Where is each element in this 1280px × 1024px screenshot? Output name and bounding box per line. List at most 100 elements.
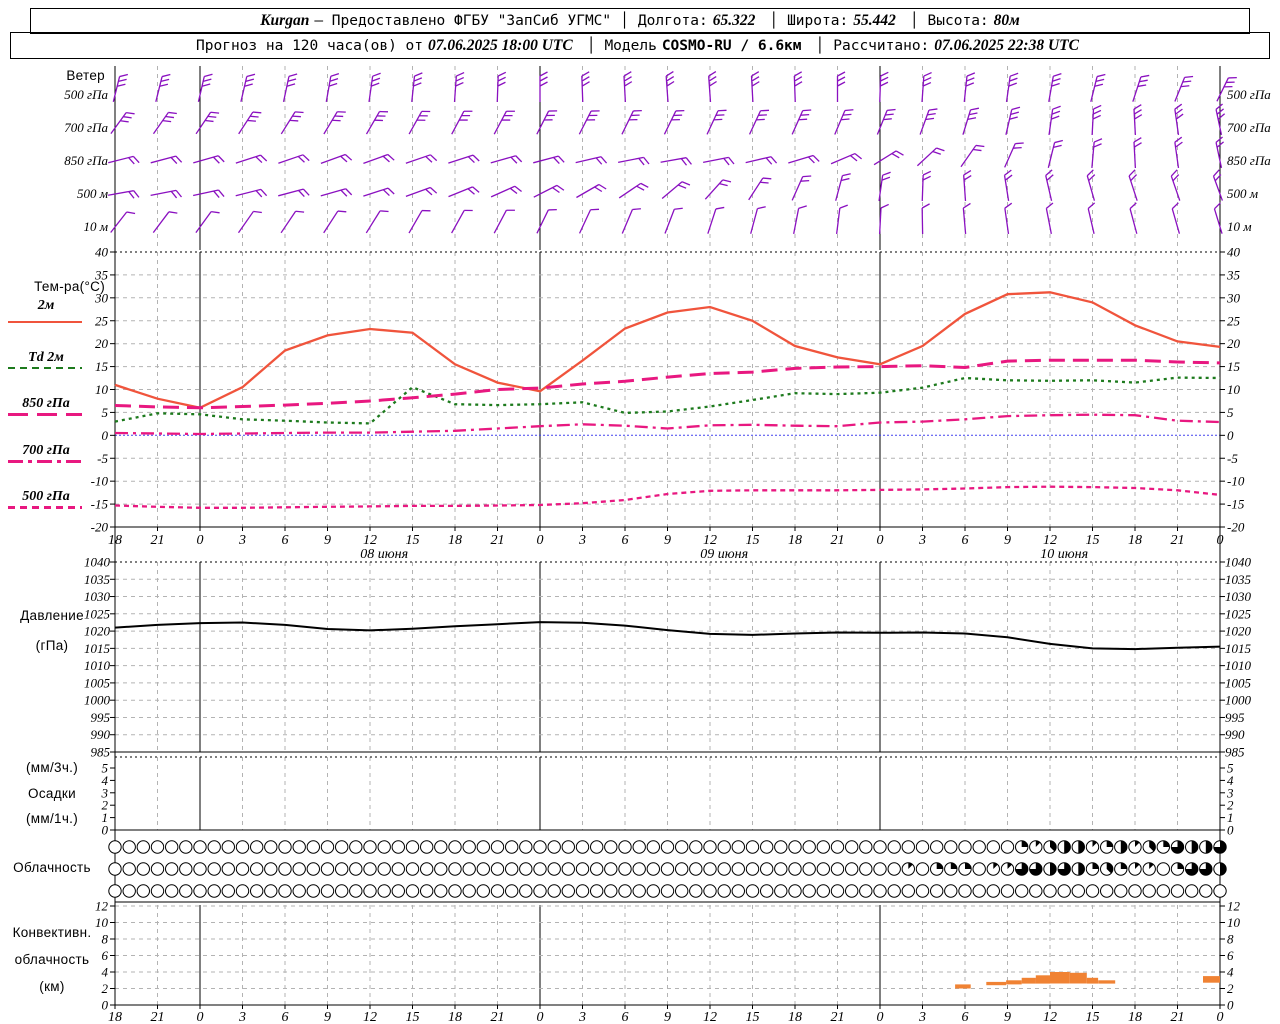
calculated-label: Рассчитано: [833, 37, 930, 54]
svg-text:35: 35 [1226, 267, 1241, 282]
svg-text:0: 0 [537, 533, 544, 548]
svg-text:12: 12 [1043, 533, 1057, 548]
svg-text:9: 9 [664, 1010, 671, 1024]
meteogram-chart: 500 гПа 500 гПа 700 гПа 700 гПа 850 гПа 850 г… [64, 66, 1271, 1024]
legend-700-label: 700 гПа [22, 443, 70, 458]
separator: │ [909, 13, 919, 29]
svg-text:21: 21 [151, 1010, 165, 1024]
svg-text:21: 21 [831, 533, 845, 548]
legend-td2m-label: Td 2м [28, 350, 64, 365]
svg-text:0: 0 [1227, 428, 1234, 443]
svg-text:1015: 1015 [1225, 641, 1252, 656]
svg-text:1000: 1000 [84, 693, 111, 708]
svg-text:0: 0 [537, 1010, 544, 1024]
svg-text:1000: 1000 [1225, 693, 1252, 708]
svg-text:1040: 1040 [1225, 555, 1252, 570]
svg-text:18: 18 [108, 1010, 122, 1024]
precip-units-3h: (мм/3ч.) [26, 760, 78, 775]
svg-text:15: 15 [406, 1010, 420, 1024]
svg-text:500 гПа: 500 гПа [64, 87, 108, 102]
legend-850-line [8, 413, 82, 416]
station-name: Kurgan [260, 12, 310, 29]
wind-panel-title: Ветер [66, 68, 105, 83]
separator: │ [769, 13, 779, 29]
precip-panel-title: Осадки [28, 786, 76, 801]
svg-text:985: 985 [91, 745, 111, 760]
svg-text:0: 0 [1217, 533, 1224, 548]
svg-text:1010: 1010 [1225, 658, 1252, 673]
svg-text:21: 21 [1171, 533, 1185, 548]
svg-text:10: 10 [95, 382, 109, 397]
separator: │ [586, 37, 596, 54]
svg-text:0: 0 [877, 533, 884, 548]
legend-850-label: 850 гПа [22, 396, 70, 411]
svg-text:500 м: 500 м [1227, 186, 1258, 201]
svg-text:1030: 1030 [1225, 589, 1252, 604]
svg-text:985: 985 [1225, 745, 1245, 760]
svg-text:-15: -15 [91, 497, 109, 512]
svg-text:1025: 1025 [1225, 606, 1252, 621]
svg-text:0: 0 [1227, 823, 1234, 838]
header-line-1: Kurgan — Предоставлено ФГБУ "ЗапСиб УГМС… [30, 8, 1250, 34]
svg-text:0: 0 [1227, 998, 1234, 1013]
svg-text:1005: 1005 [1225, 675, 1252, 690]
legend-t2m-line [8, 321, 82, 323]
svg-text:3: 3 [578, 533, 586, 548]
svg-text:6: 6 [1227, 948, 1234, 963]
svg-text:3: 3 [238, 533, 246, 548]
longitude-value: 65.322 [712, 12, 756, 29]
svg-text:18: 18 [108, 533, 122, 548]
svg-text:6: 6 [622, 533, 629, 548]
svg-text:1005: 1005 [84, 675, 111, 690]
pressure-panel-units: (гПа) [35, 638, 69, 653]
header-line-2: Прогноз на 120 часа(ов) от 07.06.2025 18… [10, 32, 1270, 59]
svg-text:3: 3 [918, 533, 926, 548]
legend-700-line [8, 460, 82, 463]
legend-500-line [8, 506, 82, 509]
svg-text:12: 12 [1043, 1010, 1057, 1024]
svg-text:1030: 1030 [84, 589, 111, 604]
legend-t2m-label: 2м [37, 298, 55, 313]
svg-text:-15: -15 [1227, 497, 1245, 512]
svg-text:9: 9 [664, 533, 671, 548]
svg-text:1040: 1040 [84, 555, 111, 570]
meteogram-page: 500 гПа 500 гПа 700 гПа 700 гПа 850 гПа 850 г… [0, 0, 1280, 1024]
svg-text:0: 0 [102, 428, 109, 443]
svg-text:15: 15 [406, 533, 420, 548]
svg-text:6: 6 [622, 1010, 629, 1024]
svg-text:21: 21 [1171, 1010, 1185, 1024]
svg-text:500 м: 500 м [77, 186, 108, 201]
svg-text:500 гПа: 500 гПа [1227, 87, 1271, 102]
separator: │ [620, 13, 629, 29]
svg-text:5: 5 [1227, 405, 1234, 420]
longitude-label: Долгота: [637, 13, 708, 29]
svg-text:-10: -10 [1227, 474, 1245, 489]
svg-text:6: 6 [282, 533, 289, 548]
svg-text:9: 9 [324, 1010, 331, 1024]
model-label: Модель [604, 37, 657, 54]
svg-text:6: 6 [282, 1010, 289, 1024]
svg-text:0: 0 [1217, 1010, 1224, 1024]
temp-panel-title: Тем-ра(°C) [34, 279, 105, 294]
svg-text:990: 990 [91, 727, 111, 742]
svg-text:3: 3 [918, 1010, 926, 1024]
svg-text:10 м: 10 м [1227, 219, 1252, 234]
svg-text:21: 21 [491, 1010, 505, 1024]
svg-text:15: 15 [95, 359, 109, 374]
svg-text:995: 995 [1225, 710, 1245, 725]
svg-text:21: 21 [831, 1010, 845, 1024]
svg-text:1020: 1020 [84, 624, 111, 639]
svg-text:700 гПа: 700 гПа [1227, 120, 1271, 135]
svg-text:5: 5 [102, 405, 109, 420]
altitude-value: 80м [993, 12, 1020, 29]
svg-text:9: 9 [1004, 1010, 1011, 1024]
latitude-label: Широта: [787, 13, 849, 29]
convective-panel-units: (км) [39, 979, 65, 994]
svg-text:2: 2 [1227, 981, 1234, 996]
svg-text:0: 0 [197, 1010, 204, 1024]
svg-text:40: 40 [1227, 245, 1241, 260]
svg-text:8: 8 [1227, 932, 1234, 947]
svg-text:1010: 1010 [84, 658, 111, 673]
svg-text:15: 15 [1086, 533, 1100, 548]
svg-text:12: 12 [95, 899, 109, 914]
